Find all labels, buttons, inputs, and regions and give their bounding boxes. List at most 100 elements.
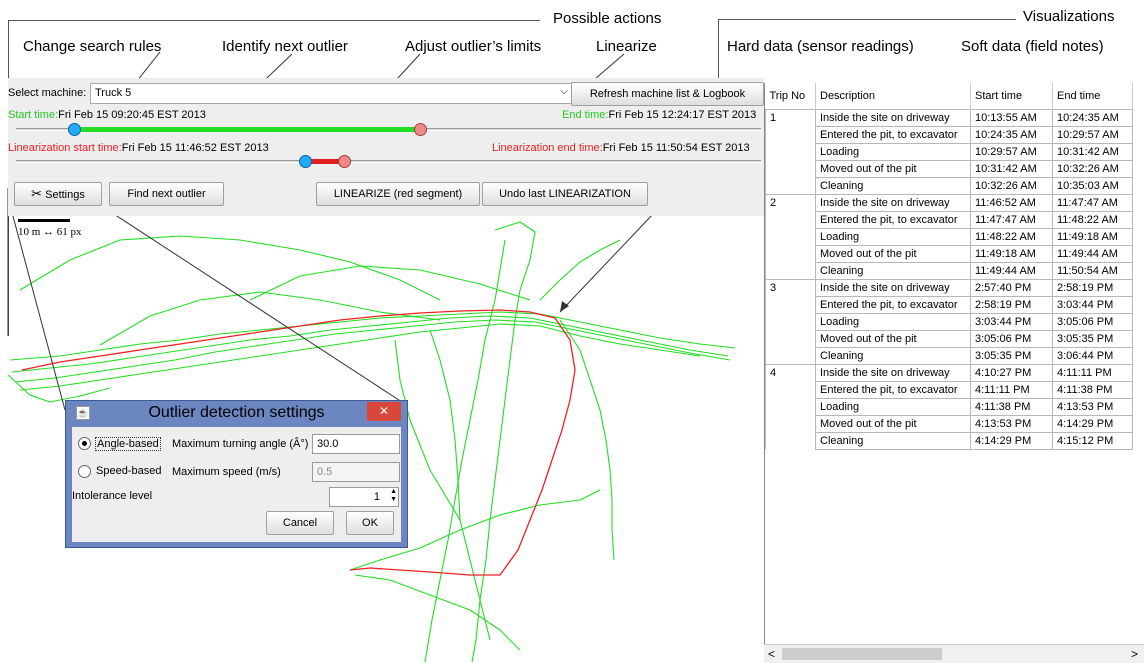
header-end-time[interactable]: End time — [1052, 83, 1133, 109]
linearize-button[interactable]: LINEARIZE (red segment) — [316, 182, 480, 206]
table-row[interactable]: Entered the pit, to excavator 10:24:35 AM… — [765, 125, 1133, 144]
table-row[interactable]: Entered the pit, to excavator 2:58:19 PM 3… — [765, 295, 1133, 314]
trajectory-green-7 — [559, 319, 615, 561]
cell-trip-no — [765, 313, 816, 330]
table-row[interactable]: Moved out of the pit 4:13:53 PM 4:14:29 PM — [765, 414, 1133, 433]
header-trip-no[interactable]: Trip No — [765, 83, 816, 109]
radio-selected-dot — [82, 441, 87, 446]
cell-description: Loading — [815, 227, 971, 246]
scroll-left-icon[interactable]: < — [768, 647, 775, 661]
start-time-value: Fri Feb 15 09:20:45 EST 2013 — [58, 109, 206, 121]
cell-start-time: 3:05:35 PM — [970, 346, 1053, 365]
cell-description: Moved out of the pit — [815, 414, 971, 433]
close-button[interactable]: ✕ — [367, 402, 401, 421]
end-time-handle[interactable] — [414, 123, 427, 136]
refresh-button[interactable]: Refresh machine list & Logbook — [571, 82, 764, 106]
lin-start-text: Linearization start time:Fri Feb 15 11:4… — [8, 142, 269, 154]
horizontal-scrollbar[interactable]: < > — [764, 644, 1144, 663]
cell-trip-no: 3 — [765, 278, 816, 296]
lin-end-handle[interactable] — [338, 155, 351, 168]
cell-trip-no — [765, 347, 816, 364]
table-row[interactable]: 4 Inside the site on driveway 4:10:27 PM 4:… — [765, 363, 1133, 382]
find-next-outlier-button[interactable]: Find next outlier — [109, 182, 224, 206]
cell-end-time: 11:47:47 AM — [1052, 193, 1133, 212]
lin-start-handle[interactable] — [299, 155, 312, 168]
end-time-label: End time: — [562, 109, 609, 121]
cell-start-time: 11:46:52 AM — [970, 193, 1053, 212]
intolerance-label: Intolerance level — [72, 490, 153, 502]
table-row[interactable]: Loading 3:03:44 PM 3:05:06 PM — [765, 312, 1133, 331]
table-row[interactable]: Cleaning 11:49:44 AM 11:50:54 AM — [765, 261, 1133, 280]
cell-trip-no — [765, 398, 816, 415]
trajectory-green-12 — [249, 265, 531, 301]
cell-description: Entered the pit, to excavator — [815, 380, 971, 399]
start-time-label: Start time: — [8, 109, 59, 121]
cell-start-time: 10:13:55 AM — [970, 108, 1053, 127]
cell-end-time: 10:31:42 AM — [1052, 142, 1133, 161]
table-row[interactable]: Entered the pit, to excavator 11:47:47 AM… — [765, 210, 1133, 229]
cell-trip-no: 1 — [765, 108, 816, 126]
settings-button[interactable]: ✂ Settings — [14, 182, 102, 206]
table-header-row: Trip No Description Start time End time — [765, 83, 1133, 109]
cell-description: Loading — [815, 142, 971, 161]
scroll-right-icon[interactable]: > — [1131, 647, 1138, 661]
cell-trip-no — [765, 177, 816, 194]
cancel-button[interactable]: Cancel — [266, 511, 334, 535]
trajectory-green-3 — [14, 319, 731, 383]
angle-based-radio[interactable] — [78, 437, 91, 450]
table-row[interactable]: 3 Inside the site on driveway 2:57:40 PM 2:… — [765, 278, 1133, 297]
table-row[interactable]: 2 Inside the site on driveway 11:46:52 AM 1… — [765, 193, 1133, 212]
machine-select-value: Truck 5 — [95, 87, 132, 99]
cell-end-time: 11:49:44 AM — [1052, 244, 1133, 263]
cell-end-time: 4:11:11 PM — [1052, 363, 1133, 382]
max-angle-input[interactable]: 30.0 — [312, 434, 400, 454]
table-row[interactable]: Moved out of the pit 11:49:18 AM 11:49:44 … — [765, 244, 1133, 263]
table-row[interactable]: Loading 11:48:22 AM 11:49:18 AM — [765, 227, 1133, 246]
header-description[interactable]: Description — [815, 83, 971, 109]
cell-description: Moved out of the pit — [815, 244, 971, 263]
cell-description: Loading — [815, 397, 971, 416]
cell-trip-no — [765, 262, 816, 279]
header-start-time[interactable]: Start time — [970, 83, 1053, 109]
table-row[interactable]: Cleaning 4:14:29 PM 4:15:12 PM — [765, 431, 1133, 450]
cell-end-time: 11:49:18 AM — [1052, 227, 1133, 246]
cell-trip-no — [765, 330, 816, 347]
machine-select[interactable]: Truck 5 ⌵ — [90, 83, 574, 104]
cell-start-time: 11:47:47 AM — [970, 210, 1053, 229]
cell-trip-no — [765, 381, 816, 398]
intolerance-spinner[interactable]: 1 ▲ ▼ — [329, 487, 399, 507]
cell-description: Entered the pit, to excavator — [815, 125, 971, 144]
cell-start-time: 4:13:53 PM — [970, 414, 1053, 433]
speed-based-radio[interactable] — [78, 465, 91, 478]
cell-end-time: 11:48:22 AM — [1052, 210, 1133, 229]
table-row[interactable]: 1 Inside the site on driveway 10:13:55 AM 1… — [765, 108, 1133, 127]
speed-based-label[interactable]: Speed-based — [96, 465, 161, 477]
logbook-table-panel: Trip No Description Start time End time … — [764, 83, 1144, 663]
dialog-title: Outlier detection settings — [148, 404, 325, 421]
table-row[interactable]: Loading 10:29:57 AM 10:31:42 AM — [765, 142, 1133, 161]
select-machine-label: Select machine: — [8, 87, 87, 99]
table-row[interactable]: Moved out of the pit 3:05:06 PM 3:05:35 PM — [765, 329, 1133, 348]
start-time-handle[interactable] — [68, 123, 81, 136]
cell-trip-no — [765, 228, 816, 245]
spinner-arrows-icon[interactable]: ▲ ▼ — [390, 488, 397, 504]
settings-button-label: Settings — [45, 189, 85, 201]
table-row[interactable]: Entered the pit, to excavator 4:11:11 PM 4… — [765, 380, 1133, 399]
scrollbar-thumb[interactable] — [782, 648, 942, 660]
table-row[interactable]: Loading 4:11:38 PM 4:13:53 PM — [765, 397, 1133, 416]
dialog-body: Angle-based Maximum turning angle (Â°) 3… — [72, 427, 401, 542]
end-time-text: End time:Fri Feb 15 12:24:17 EST 2013 — [562, 109, 756, 121]
table-row[interactable]: Moved out of the pit 10:31:42 AM 10:32:26 … — [765, 159, 1133, 178]
scale-label: 10 m ↔ 61 px — [18, 226, 82, 238]
cell-trip-no — [765, 126, 816, 143]
angle-based-label[interactable]: Angle-based — [95, 437, 161, 451]
ok-button[interactable]: OK — [346, 511, 394, 535]
linearization-slider-track[interactable] — [16, 160, 761, 163]
table-row[interactable]: Cleaning 3:05:35 PM 3:06:44 PM — [765, 346, 1133, 365]
cell-end-time: 2:58:19 PM — [1052, 278, 1133, 297]
table-row[interactable]: Cleaning 10:32:26 AM 10:35:03 AM — [765, 176, 1133, 195]
lin-start-value: Fri Feb 15 11:46:52 EST 2013 — [121, 142, 269, 154]
trajectory-green-10 — [354, 574, 521, 651]
soft-data-label: Soft data (field notes) — [961, 38, 1104, 55]
undo-linearization-button[interactable]: Undo last LINEARIZATION — [482, 182, 648, 206]
